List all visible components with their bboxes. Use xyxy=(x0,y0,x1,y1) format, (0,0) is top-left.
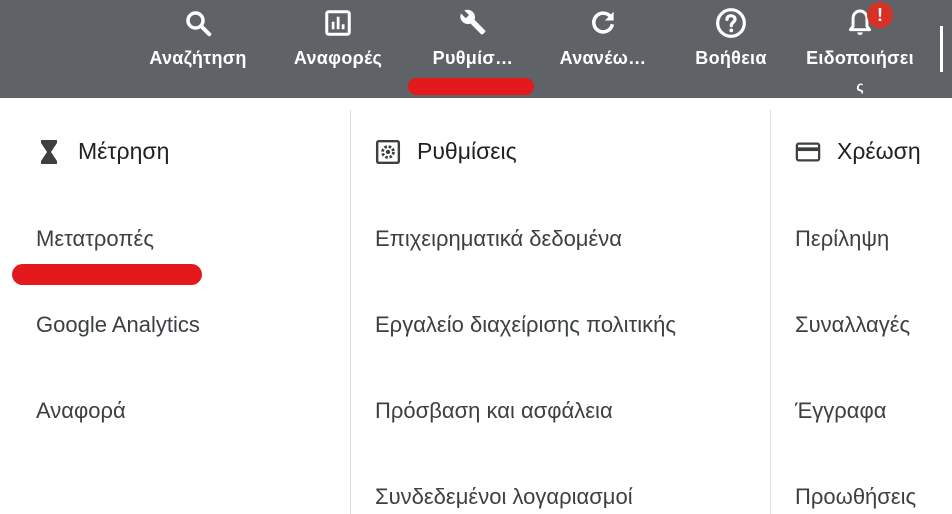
menu-item-documents[interactable]: Έγγραφα xyxy=(795,398,886,424)
column-heading: Χρέωση xyxy=(795,138,921,165)
toolbar-refresh-button[interactable]: Ανανέω… xyxy=(555,0,651,98)
menu-item-transactions[interactable]: Συναλλαγές xyxy=(795,312,910,338)
toolbar-label: Βοήθεια xyxy=(695,48,767,68)
menu-item-business-data[interactable]: Επιχειρηματικά δεδομένα xyxy=(375,226,622,252)
menu-item-conversions[interactable]: Μετατροπές xyxy=(36,226,154,252)
menu-item-linked-accounts[interactable]: Συνδεδεμένοι λογαριασμοί xyxy=(375,484,633,510)
toolbar-label: Ρυθμίσ… xyxy=(432,48,514,68)
settings-icon xyxy=(375,139,401,165)
notification-badge: ! xyxy=(867,2,893,28)
column-heading-label: Χρέωση xyxy=(837,138,921,164)
toolbar-label: Αναφορές xyxy=(293,48,383,68)
column-heading: Ρυθμίσεις xyxy=(375,138,517,165)
search-icon xyxy=(181,6,215,40)
credit-card-icon xyxy=(795,139,821,165)
help-icon xyxy=(714,6,748,40)
menu-item-google-analytics[interactable]: Google Analytics xyxy=(36,312,200,338)
menu-item-summary[interactable]: Περίληψη xyxy=(795,226,889,252)
toolbar-label: Ειδοποιήσει xyxy=(806,48,914,68)
active-tab-highlight xyxy=(408,78,534,95)
menu-column-billing: Χρέωση Περίληψη Συναλλαγές Έγγραφα Προωθ… xyxy=(795,98,952,514)
toolbar-reports-button[interactable]: Αναφορές xyxy=(290,0,386,98)
menu-item-promotions[interactable]: Προωθήσεις xyxy=(795,484,916,510)
reports-icon xyxy=(321,6,355,40)
column-heading: Μέτρηση xyxy=(36,138,169,165)
refresh-icon xyxy=(586,6,620,40)
toolbar-label-overflow: ς xyxy=(856,78,864,94)
column-heading-label: Ρυθμίσεις xyxy=(417,138,517,164)
column-divider xyxy=(770,110,771,514)
menu-item-attribution[interactable]: Αναφορά xyxy=(36,398,126,424)
toolbar-notifications-button[interactable]: ! Ειδοποιήσει ς xyxy=(806,0,914,98)
toolbar-search-button[interactable]: Αναζήτηση xyxy=(149,0,247,98)
toolbar-label: Ανανέω… xyxy=(559,48,647,68)
column-heading-label: Μέτρηση xyxy=(78,138,170,164)
wrench-icon xyxy=(456,6,490,40)
hourglass-icon xyxy=(36,139,62,165)
toolbar-label: Αναζήτηση xyxy=(149,48,247,68)
settings-menu-panel: Μέτρηση Μετατροπές Google Analytics Αναφ… xyxy=(0,98,952,514)
highlight-underline xyxy=(12,264,202,285)
menu-column-measurement: Μέτρηση Μετατροπές Google Analytics Αναφ… xyxy=(36,98,336,514)
top-toolbar: Αναζήτηση Αναφορές Ρυθμίσ… Ανανέω… Βοήθε… xyxy=(0,0,952,98)
menu-item-access-security[interactable]: Πρόσβαση και ασφάλεια xyxy=(375,398,613,424)
bell-icon: ! xyxy=(843,2,893,40)
toolbar-help-button[interactable]: Βοήθεια xyxy=(683,0,779,98)
menu-column-settings: Ρυθμίσεις Επιχειρηματικά δεδομένα Εργαλε… xyxy=(375,98,755,514)
menu-item-policy-manager[interactable]: Εργαλείο διαχείρισης πολιτικής xyxy=(375,312,676,338)
column-divider xyxy=(350,110,351,514)
toolbar-divider xyxy=(940,26,943,72)
